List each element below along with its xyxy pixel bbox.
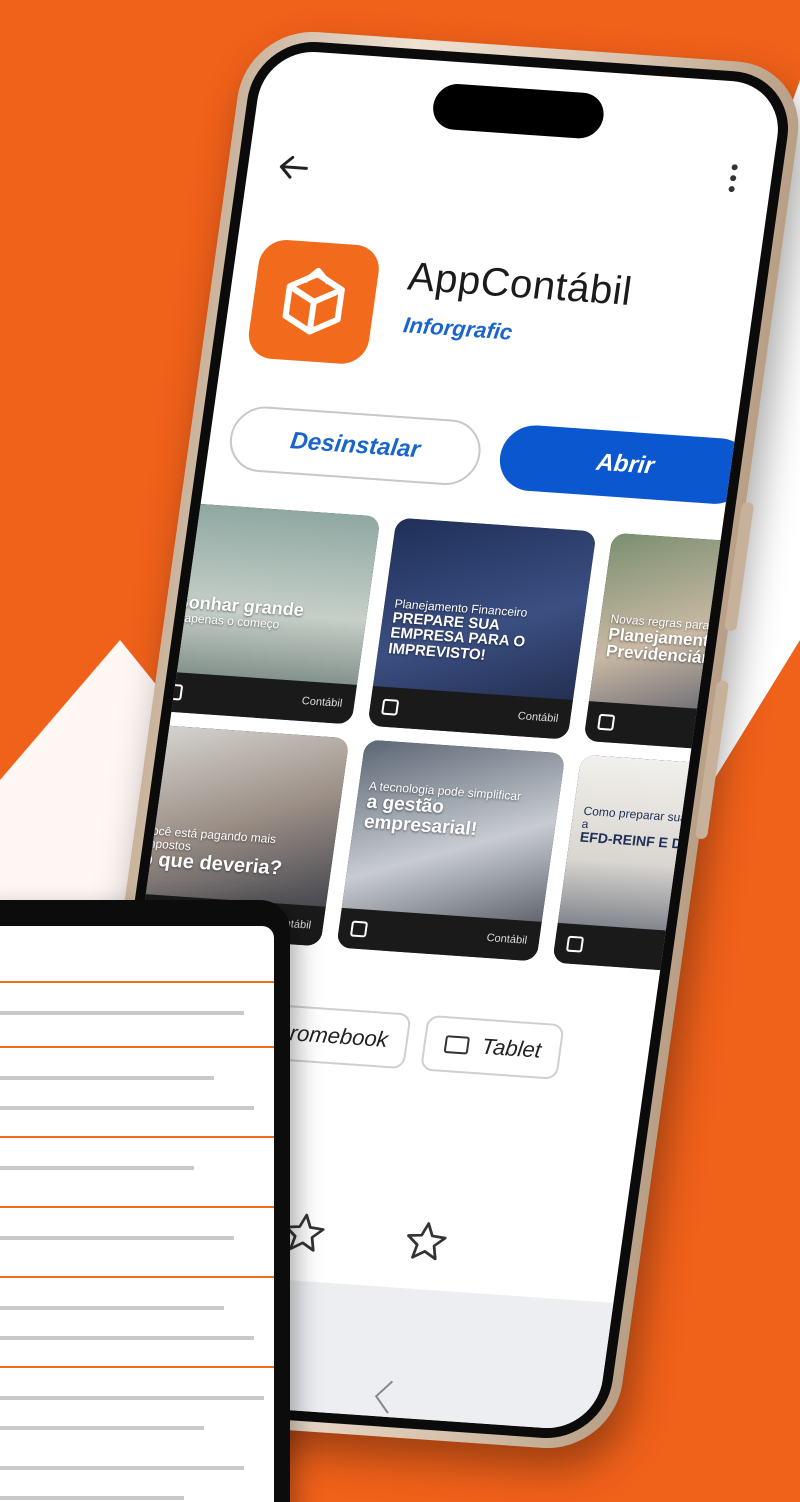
screenshot-caption: Planejamento Financeiro PREPARE SUA EMPR… [387,596,529,664]
developer-link[interactable]: Inforgrafic [402,312,514,345]
top-bar [245,147,771,223]
chip-tablet[interactable]: Tablet [419,1014,565,1080]
screenshot-2[interactable]: Planejamento Financeiro PREPARE SUA EMPR… [367,517,597,740]
brand-logo-icon [381,698,400,716]
nav-back-icon[interactable] [365,1376,401,1418]
star-outline-icon[interactable] [401,1218,451,1265]
dynamic-island [430,82,607,140]
more-options-icon[interactable] [721,161,746,196]
brand-logo-icon [597,713,616,731]
text-line [0,1426,204,1430]
open-button[interactable]: Abrir [495,423,755,507]
tablet-screen [0,926,274,1502]
uninstall-button[interactable]: Desinstalar [225,404,485,488]
tablet-mockup [0,900,290,1502]
screenshot-5[interactable]: A tecnologia pode simplificar a gestão e… [336,739,566,962]
divider [0,1136,274,1138]
text-line [0,1076,214,1080]
chip-label: Tablet [480,1033,543,1063]
tablet-icon [443,1035,470,1055]
text-line [0,1396,264,1400]
text-line [0,1236,234,1240]
app-header: AppContábil Inforgrafic [244,238,738,400]
divider [0,1366,274,1368]
text-line [0,1011,244,1015]
app-icon [245,238,383,366]
box-logo-icon [282,267,345,335]
text-line [0,1466,244,1470]
divider [0,1046,274,1048]
divider [0,1206,274,1208]
back-arrow-icon[interactable] [274,149,313,185]
text-line [0,1496,184,1500]
text-line [0,1306,224,1310]
text-line [0,1166,194,1170]
brand-logo-icon [349,920,369,938]
brand-logo-icon [565,935,585,953]
app-title: AppContábil [405,254,635,314]
divider [0,981,274,983]
divider [0,1276,274,1278]
text-line [0,1336,254,1340]
text-line [0,1106,254,1110]
